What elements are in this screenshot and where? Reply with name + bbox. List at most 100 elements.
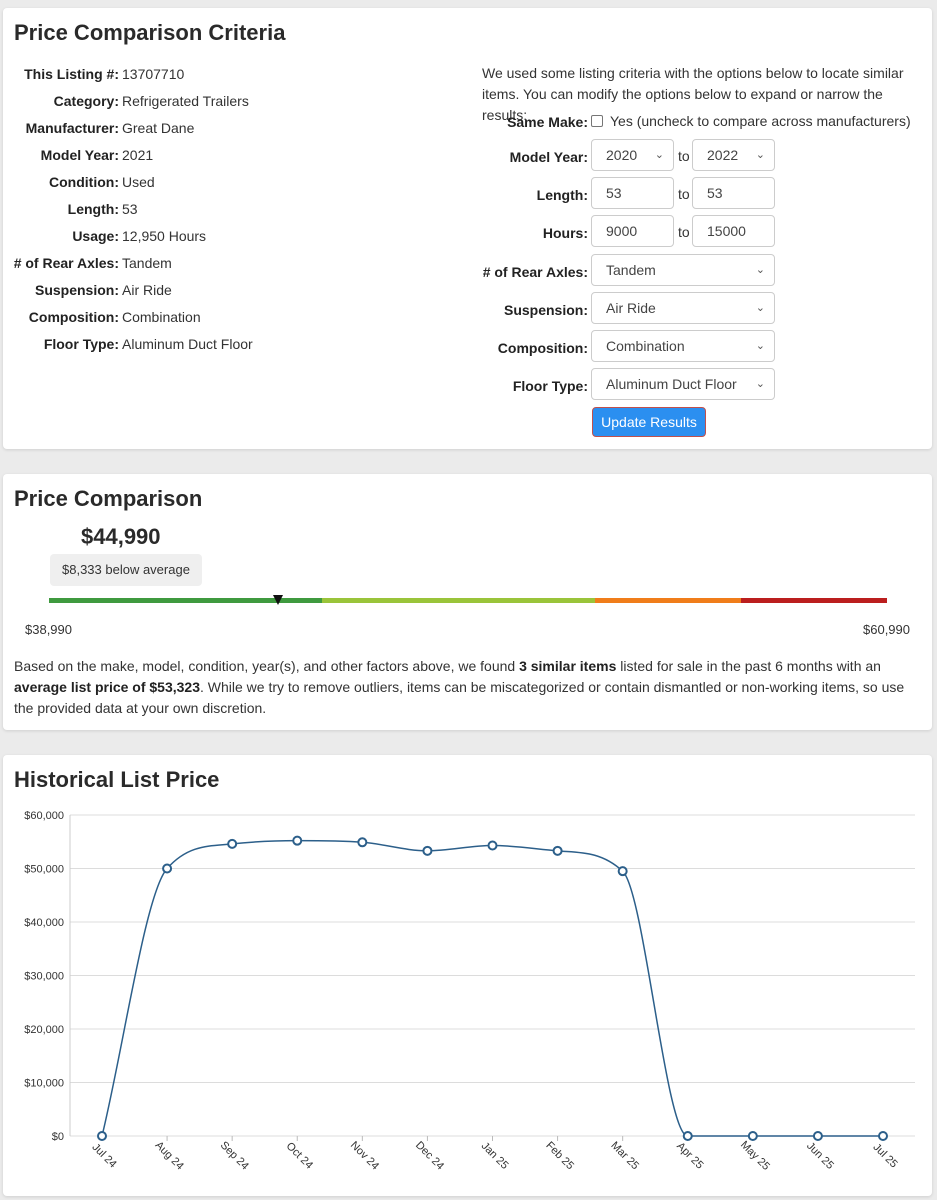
floor-type-label: Floor Type: (512, 378, 588, 394)
data-point (97, 1131, 107, 1141)
data-point (292, 835, 303, 846)
spec-label: Condition: (49, 174, 119, 190)
spec-value: 12,950 Hours (122, 228, 207, 244)
spec-label: Usage: (72, 228, 119, 244)
spec-label: # of Rear Axles: (13, 255, 119, 271)
x-tick-label: Sep 24 (218, 1139, 251, 1172)
y-tick-label: $0 (52, 1131, 64, 1143)
composition-select[interactable]: Combination ⌄ (591, 330, 775, 362)
data-point (422, 845, 433, 856)
length-from-value: 53 (606, 185, 622, 201)
spec-label: Floor Type: (43, 336, 119, 352)
series-line (101, 839, 883, 1137)
x-tick-label: Apr 25 (674, 1140, 705, 1171)
x-tick-label: May 25 (738, 1139, 772, 1173)
gauge-segment-light-green (322, 598, 595, 603)
spec-label: Length: (67, 201, 119, 217)
suspension-label: Suspension: (503, 302, 588, 318)
chevron-down-icon: ⌄ (654, 149, 664, 161)
model-year-from-value: 2020 (606, 147, 638, 163)
spec-value: 53 (122, 201, 138, 217)
floor-type-select[interactable]: Aluminum Duct Floor ⌄ (591, 368, 775, 400)
price-comparison-card: Price Comparison $44,990 $8,333 below av… (3, 474, 932, 730)
composition-value: Combination (606, 338, 685, 354)
same-make-label: Same Make: (507, 114, 588, 130)
spec-value: 13707710 (122, 66, 185, 82)
suspension-select[interactable]: Air Ride ⌄ (591, 292, 775, 324)
to-text: to (678, 224, 690, 240)
data-point (357, 837, 368, 848)
model-year-to-value: 2022 (707, 147, 739, 163)
x-tick-label: Feb 25 (543, 1140, 576, 1173)
model-year-from-select[interactable]: 2020 ⌄ (591, 139, 674, 171)
x-tick-label: Jul 25 (870, 1141, 899, 1170)
data-point (227, 838, 238, 849)
floor-type-value: Aluminum Duct Floor (606, 376, 737, 392)
spec-label: Suspension: (34, 282, 119, 298)
below-average-badge: $8,333 below average (50, 554, 202, 586)
comparison-title: Price Comparison (14, 486, 203, 511)
spec-label: Model Year: (40, 147, 119, 163)
chevron-down-icon: ⌄ (755, 340, 765, 352)
comparison-summary: Based on the make, model, condition, yea… (14, 656, 922, 719)
length-from-input[interactable]: 53 (591, 177, 674, 209)
x-tick-label: Dec 24 (413, 1139, 446, 1172)
data-point (878, 1131, 888, 1141)
hours-label: Hours: (542, 225, 588, 241)
to-text: to (678, 186, 690, 202)
criteria-card: Price Comparison Criteria This Listing #… (3, 8, 932, 449)
spec-value: Combination (122, 309, 201, 325)
length-to-value: 53 (707, 185, 723, 201)
summary-text: listed for sale in the past 6 months wit… (616, 658, 881, 674)
update-results-button[interactable]: Update Results (592, 407, 706, 437)
y-tick-label: $20,000 (24, 1024, 64, 1036)
data-point (682, 1131, 693, 1141)
suspension-value: Air Ride (606, 300, 656, 316)
data-point (617, 866, 628, 877)
rear-axles-value: Tandem (606, 262, 656, 278)
price-marker-icon (272, 595, 283, 605)
model-year-to-select[interactable]: 2022 ⌄ (692, 139, 775, 171)
x-tick-label: Jul 24 (89, 1141, 118, 1170)
chevron-down-icon: ⌄ (755, 149, 765, 161)
listing-price: $44,990 (81, 524, 161, 549)
rear-axles-select[interactable]: Tandem ⌄ (591, 254, 775, 286)
y-tick-label: $50,000 (24, 864, 64, 876)
y-tick-label: $40,000 (24, 917, 64, 929)
data-point (812, 1131, 823, 1141)
spec-label: This Listing #: (24, 66, 119, 82)
hours-to-value: 15000 (707, 223, 746, 239)
length-label: Length: (536, 187, 588, 203)
spec-label: Composition: (28, 309, 119, 325)
data-point (487, 840, 498, 851)
spec-label: Category: (53, 93, 119, 109)
data-point (552, 845, 563, 856)
data-point (162, 863, 173, 874)
composition-label: Composition: (497, 340, 588, 356)
to-text: to (678, 148, 690, 164)
y-tick-label: $60,000 (24, 810, 64, 822)
summary-average-price: average list price of $53,323 (14, 679, 200, 695)
x-tick-label: Aug 24 (153, 1139, 186, 1172)
chevron-down-icon: ⌄ (755, 264, 765, 276)
spec-value: Used (122, 174, 155, 190)
range-max-label: $60,990 (863, 622, 910, 637)
summary-text: Based on the make, model, condition, yea… (14, 658, 520, 674)
length-to-input[interactable]: 53 (692, 177, 775, 209)
x-tick-label: Mar 25 (608, 1140, 641, 1173)
history-card: Historical List Price $0 $10,000 $20,000 $3… (3, 755, 932, 1196)
y-tick-label: $30,000 (24, 971, 64, 983)
data-point (747, 1131, 758, 1141)
y-tick-label: $10,000 (24, 1078, 64, 1090)
summary-similar-items: 3 similar items (519, 658, 617, 674)
x-tick-label: Nov 24 (348, 1139, 381, 1172)
gauge-segment-orange (595, 598, 741, 603)
spec-value: Great Dane (122, 120, 195, 136)
spec-value: Tandem (122, 255, 172, 271)
same-make-checkbox[interactable] (591, 115, 603, 127)
range-min-label: $38,990 (25, 622, 72, 637)
x-tick-label: Oct 24 (284, 1140, 315, 1171)
hours-to-input[interactable]: 15000 (692, 215, 775, 247)
criteria-title: Price Comparison Criteria (14, 20, 286, 45)
hours-from-input[interactable]: 9000 (591, 215, 674, 247)
